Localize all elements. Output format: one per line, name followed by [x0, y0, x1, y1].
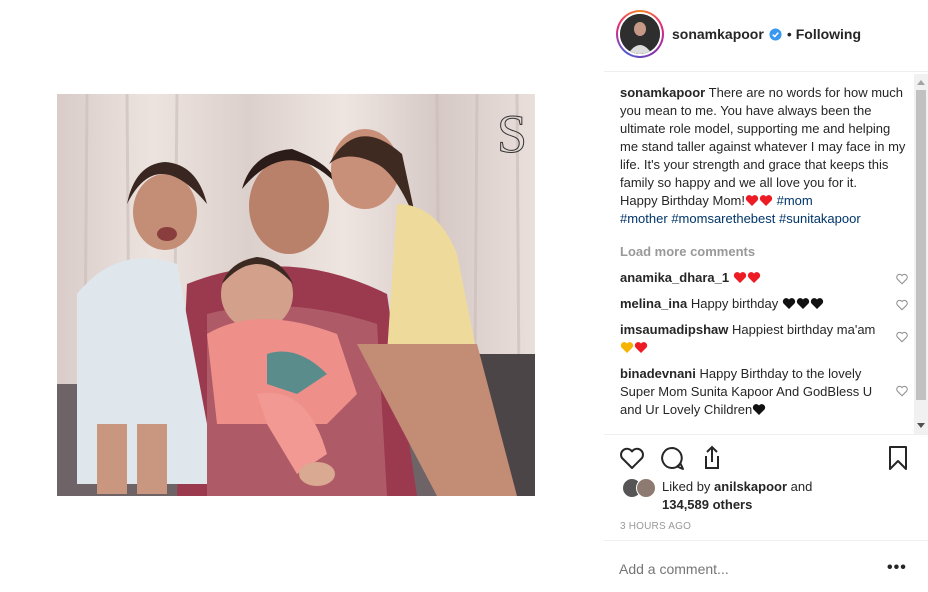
- action-bar: [604, 434, 928, 482]
- following-button[interactable]: Following: [796, 26, 861, 42]
- liked-by-avatars: [622, 478, 662, 500]
- red-heart-icon: [759, 195, 773, 206]
- like-comment-heart-icon[interactable]: [896, 299, 908, 311]
- post-side-panel: sonamkapoor • Following sonamkapoor Ther…: [604, 0, 928, 592]
- comments-list[interactable]: sonamkapoor There are no words for how m…: [620, 84, 910, 434]
- liked-by-user[interactable]: anilskapoor: [714, 479, 787, 494]
- bookmark-icon[interactable]: [884, 444, 912, 472]
- black-heart-icon: [782, 298, 796, 309]
- scroll-thumb[interactable]: [916, 90, 926, 400]
- red-heart-icon: [634, 342, 648, 353]
- comment-username[interactable]: melina_ina: [620, 296, 687, 311]
- header-separator: •: [786, 26, 792, 42]
- black-heart-icon: [796, 298, 810, 309]
- comment: melina_ina Happy birthday: [620, 295, 910, 313]
- liked-by-conj: and: [790, 479, 813, 494]
- likes-summary: Liked by anilskapoor and 134,589 others: [620, 476, 920, 516]
- comment-text: Happiest birthday ma'am: [732, 322, 876, 337]
- header-username[interactable]: sonamkapoor: [672, 26, 764, 42]
- liked-by-prefix: Liked by: [662, 479, 711, 494]
- post-header: sonamkapoor • Following: [604, 0, 928, 72]
- story-ring[interactable]: [616, 10, 664, 58]
- like-comment-heart-icon[interactable]: [896, 385, 908, 397]
- post-timestamp[interactable]: 3 HOURS AGO: [620, 521, 691, 532]
- watermark-s: S: [497, 104, 527, 164]
- scroll-down-arrow-icon[interactable]: [917, 423, 925, 428]
- like-comment-heart-icon[interactable]: [896, 331, 908, 343]
- caption-username[interactable]: sonamkapoor: [620, 85, 705, 100]
- share-icon[interactable]: [698, 444, 726, 472]
- red-heart-icon: [747, 272, 760, 283]
- comment: binadevnani Happy Birthday to the lovely…: [620, 365, 910, 419]
- family-photo: S: [57, 94, 535, 496]
- avatar[interactable]: [636, 478, 656, 498]
- comment-username[interactable]: imsaumadipshaw: [620, 322, 728, 337]
- black-heart-icon: [810, 298, 824, 309]
- black-heart-icon: [753, 404, 766, 415]
- red-heart-icon: [733, 272, 746, 283]
- verified-badge-icon: [769, 27, 782, 41]
- hashtag-mom[interactable]: #mom: [777, 193, 813, 208]
- like-heart-icon[interactable]: [618, 444, 646, 472]
- comment-bubble-icon[interactable]: [658, 444, 686, 472]
- red-heart-icon: [745, 195, 759, 206]
- comment: imsaumadipshaw Happiest birthday ma'am: [620, 321, 910, 357]
- caption-text: There are no words for how much you mean…: [620, 85, 906, 190]
- more-options-icon[interactable]: •••: [887, 559, 907, 577]
- hashtag-sunitakapoor[interactable]: #sunitakapoor: [779, 211, 861, 226]
- add-comment-bar: •••: [604, 540, 928, 592]
- yellow-heart-icon: [620, 342, 634, 353]
- comments-scrollbar[interactable]: [914, 74, 928, 434]
- comment-username[interactable]: binadevnani: [620, 366, 696, 381]
- avatar[interactable]: [620, 14, 660, 54]
- comment: anamika_dhara_1: [620, 269, 910, 287]
- hashtag-mother[interactable]: #mother: [620, 211, 668, 226]
- hashtag-momsarethebest[interactable]: #momsarethebest: [671, 211, 775, 226]
- likes-count[interactable]: 134,589 others: [662, 497, 752, 512]
- post-photo[interactable]: S: [57, 94, 535, 496]
- load-more-comments-button[interactable]: Load more comments: [620, 243, 910, 261]
- like-comment-heart-icon[interactable]: [896, 273, 908, 285]
- add-comment-input[interactable]: [619, 561, 859, 577]
- caption-line2: Happy Birthday Mom!: [620, 193, 745, 208]
- comment-username[interactable]: anamika_dhara_1: [620, 270, 729, 285]
- comment-text: Happy birthday: [690, 296, 779, 311]
- scroll-up-arrow-icon[interactable]: [917, 80, 925, 85]
- caption: sonamkapoor There are no words for how m…: [620, 84, 910, 228]
